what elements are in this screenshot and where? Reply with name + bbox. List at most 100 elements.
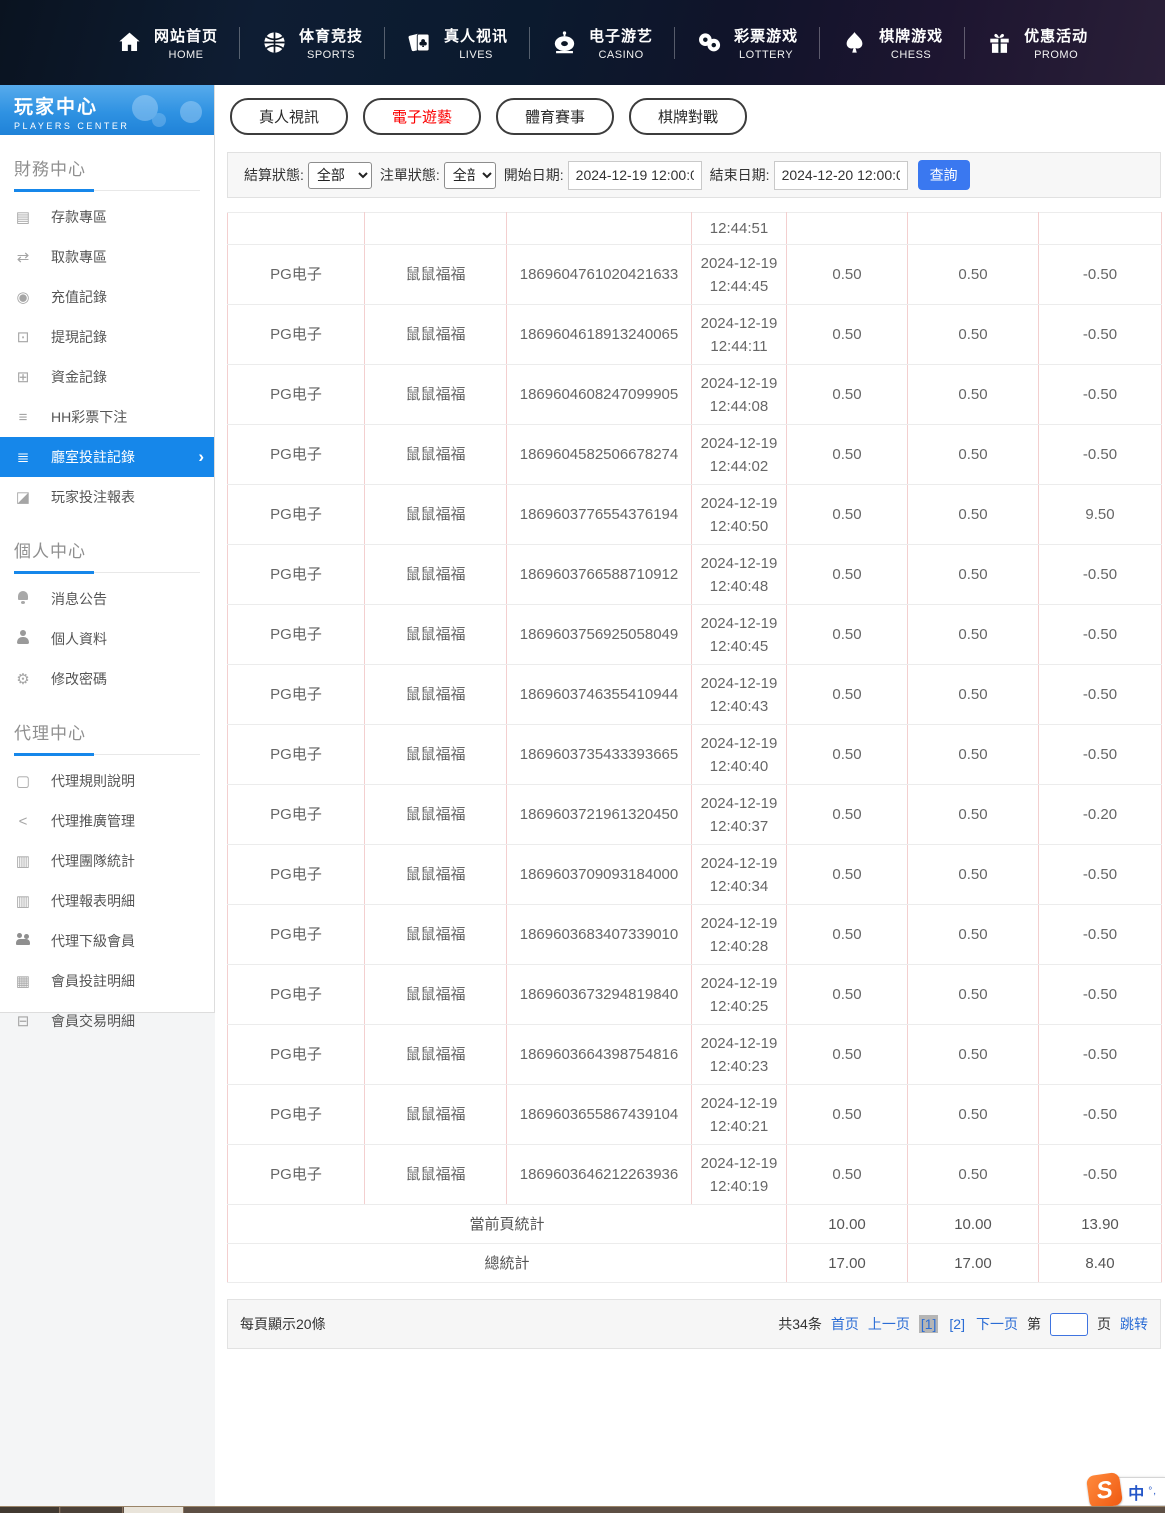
page-first-link[interactable]: 首页 — [831, 1314, 859, 1334]
nav-item-label-en: LIVES — [444, 49, 508, 61]
person-icon — [16, 630, 30, 644]
ime-lang-indicator[interactable]: 中 — [1128, 1480, 1144, 1504]
nav-item-lives[interactable]: 真人视讯 LIVES — [385, 25, 529, 61]
sidebar-section-underline — [14, 572, 200, 573]
table-row: PG电子鼠鼠福福18696037463554109442024-12-1912:… — [228, 665, 1162, 725]
valid-bet-cell: 0.50 — [908, 845, 1039, 905]
nav-item-text: 体育竞技SPORTS — [299, 25, 363, 61]
profit-cell: -0.50 — [1039, 1025, 1162, 1085]
nav-item-label-zh: 真人视讯 — [444, 25, 508, 46]
tab-chess-battle[interactable]: 棋牌對戰 — [629, 98, 747, 135]
sidebar-item-label: 個人資料 — [51, 629, 107, 649]
nav-item-text: 彩票游戏LOTTERY — [734, 25, 798, 61]
search-button[interactable]: 查詢 — [918, 160, 970, 190]
nav-item-lottery[interactable]: 彩票游戏LOTTERY — [675, 25, 819, 61]
sidebar-sections: 財務中心▤存款專區⇄取款專區◉充值記錄⊡提現記錄⊞資金記錄≡HH彩票下注≣廳室投… — [0, 155, 214, 1041]
page-link-2[interactable]: [2] — [947, 1315, 967, 1333]
chevron-right-icon: › — [198, 447, 204, 467]
order-cell: 1869603766588710912 — [507, 545, 692, 605]
end-date-input[interactable] — [774, 161, 908, 190]
sidebar-item-label: 取款專區 — [51, 247, 107, 267]
page-next-link[interactable]: 下一页 — [976, 1314, 1018, 1334]
filter-bar: 結算狀態: 全部 注單狀態: 全部 開始日期: 結束日期: 查詢 — [227, 152, 1161, 198]
nav-item-text: 棋牌游戏CHESS — [879, 25, 943, 61]
bet-cell: 0.50 — [787, 425, 908, 485]
sidebar-item-player-bet-report[interactable]: ◪玩家投注報表 — [0, 477, 214, 517]
nav-item-home[interactable]: 网站首页HOME — [95, 25, 239, 61]
bet-time: 12:40:21 — [694, 1115, 784, 1138]
bet-date: 2024-12-19 — [694, 312, 784, 335]
valid-bet-cell — [908, 213, 1039, 245]
order-status-select[interactable]: 全部 — [444, 162, 496, 189]
sidebar-item-agent-sub-members[interactable]: 代理下級會員 — [0, 921, 214, 961]
page-link-1[interactable]: [1] — [919, 1315, 939, 1333]
time-cell: 2024-12-1912:40:23 — [692, 1025, 787, 1085]
time-cell: 2024-12-1912:40:21 — [692, 1085, 787, 1145]
tab-live-video[interactable]: 真人視訊 — [230, 98, 348, 135]
sidebar-item-member-bet-detail[interactable]: ▦會員投註明細 — [0, 961, 214, 1001]
hand-card-icon: ⇄ — [13, 248, 33, 266]
game-cell: 鼠鼠福福 — [365, 725, 507, 785]
nav-item-promo[interactable]: 优惠活动PROMO — [965, 25, 1109, 61]
sidebar-item-agent-report-detail[interactable]: ▥代理報表明細 — [0, 881, 214, 921]
bet-date: 2024-12-19 — [694, 852, 784, 875]
sidebar-item-agent-promotion[interactable]: <代理推廣管理 — [0, 801, 214, 841]
nav-item-text: 真人视讯 LIVES — [444, 25, 508, 61]
bet-cell: 0.50 — [787, 305, 908, 365]
vendor-cell: PG电子 — [228, 485, 365, 545]
sidebar-item-room-bet-record[interactable]: ≣廳室投註記錄› — [0, 437, 214, 477]
sidebar-item-announcements[interactable]: 消息公告 — [0, 579, 214, 619]
nav-item-chess[interactable]: 棋牌游戏CHESS — [820, 25, 964, 61]
bet-date: 2024-12-19 — [694, 672, 784, 695]
sidebar-item-recharge-record[interactable]: ◉充值記錄 — [0, 277, 214, 317]
start-date-input[interactable] — [568, 161, 702, 190]
sidebar-item-profile[interactable]: 個人資料 — [0, 619, 214, 659]
tab-sports-events[interactable]: 體育賽事 — [496, 98, 614, 135]
bet-time: 12:40:40 — [694, 755, 784, 778]
sogou-logo[interactable]: S — [1086, 1472, 1123, 1509]
bet-time: 12:40:50 — [694, 515, 784, 538]
nav-item-sports[interactable]: 体育竞技SPORTS — [240, 25, 384, 61]
nav-item-casino[interactable]: 电子游艺CASINO — [530, 25, 674, 61]
page-jump-input[interactable] — [1050, 1313, 1088, 1336]
nav-item-text: 优惠活动PROMO — [1024, 25, 1088, 61]
sidebar-item-agent-team-stats[interactable]: ▥代理團隊統計 — [0, 841, 214, 881]
sidebar-item-change-password[interactable]: ⚙修改密碼 — [0, 659, 214, 699]
nav-item-text: 电子游艺CASINO — [589, 25, 653, 61]
summary-label-cell: 總統計 — [228, 1244, 787, 1283]
gamepad-art — [126, 89, 206, 133]
sogou-ime-widget[interactable]: S 中 °, — [1092, 1477, 1165, 1506]
bet-cell: 0.50 — [787, 725, 908, 785]
sidebar-item-label: 充值記錄 — [51, 287, 107, 307]
time-cell: 2024-12-1912:40:48 — [692, 545, 787, 605]
nav-item-label-zh: 棋牌游戏 — [879, 25, 943, 46]
bet-cell: 0.50 — [787, 845, 908, 905]
time-cell: 12:44:51 — [692, 213, 787, 245]
page-prev-link[interactable]: 上一页 — [868, 1314, 910, 1334]
game-cell: 鼠鼠福福 — [365, 485, 507, 545]
table-row: PG电子鼠鼠福福18696036558674391042024-12-1912:… — [228, 1085, 1162, 1145]
sidebar-section-list: ▤存款專區 ⇄ 取款專區 ◉充值記錄⊡提現記錄⊞資金記錄≡HH彩票下注≣廳室投註記錄›… — [0, 197, 214, 517]
sidebar-item-withdraw-zone[interactable]: ⇄ 取款專區 — [0, 237, 214, 277]
page-jump-button[interactable]: 跳转 — [1120, 1314, 1148, 1334]
settle-status-select[interactable]: 全部 — [308, 162, 372, 189]
sidebar-item-member-trade-detail[interactable]: ⊟會員交易明細 — [0, 1001, 214, 1041]
jump-label-post: 页 — [1097, 1314, 1111, 1334]
vendor-cell: PG电子 — [228, 665, 365, 725]
tab-electronic-games[interactable]: 電子遊藝 — [363, 98, 481, 135]
table-row-partial: 12:44:51 — [228, 213, 1162, 245]
sidebar-item-deposit-zone[interactable]: ▤存款專區 — [0, 197, 214, 237]
page-size-text: 每頁顯示20條 — [240, 1314, 326, 1334]
sidebar-item-agent-rules[interactable]: ▢代理規則說明 — [0, 761, 214, 801]
vendor-cell: PG电子 — [228, 545, 365, 605]
start-date-label: 開始日期: — [504, 165, 564, 185]
sidebar-item-hh-lottery-bet[interactable]: ≡HH彩票下注 — [0, 397, 214, 437]
sidebar-item-withdrawal-record[interactable]: ⊡提現記錄 — [0, 317, 214, 357]
category-tabs: 真人視訊電子遊藝體育賽事棋牌對戰 — [215, 85, 1165, 145]
bet-cell: 0.50 — [787, 785, 908, 845]
game-cell: 鼠鼠福福 — [365, 845, 507, 905]
jump-label-pre: 第 — [1027, 1314, 1041, 1334]
vendor-cell: PG电子 — [228, 305, 365, 365]
sidebar-item-funds-record[interactable]: ⊞資金記錄 — [0, 357, 214, 397]
ime-toolbar-marks[interactable]: °, — [1148, 1486, 1157, 1497]
